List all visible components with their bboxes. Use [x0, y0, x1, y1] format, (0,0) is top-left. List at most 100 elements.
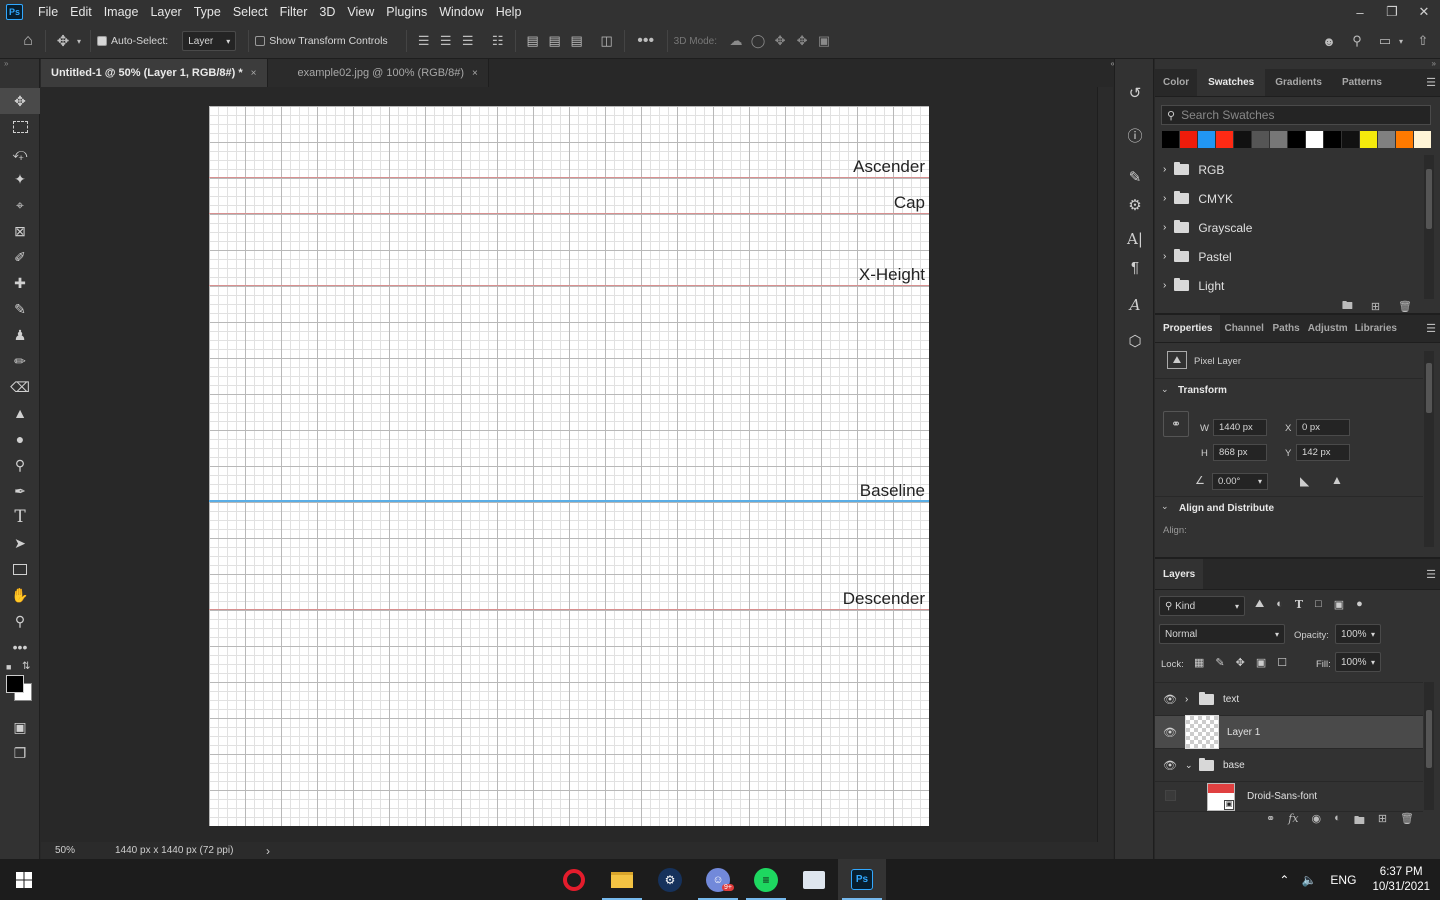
search-swatches-input[interactable]: ⚲ Search Swatches — [1161, 105, 1431, 125]
more-options-icon[interactable]: ••• — [631, 30, 661, 52]
lock-all-icon[interactable]: ☐ — [1277, 656, 1287, 669]
layer-row-layer-1[interactable]: 👁 Layer 1 — [1155, 715, 1423, 749]
height-field[interactable]: 868 px — [1213, 444, 1267, 461]
expand-panels-icon[interactable]: » — [1155, 59, 1440, 69]
tab-properties[interactable]: Properties — [1155, 315, 1221, 342]
visibility-eye-icon[interactable]: 👁 — [1155, 759, 1185, 772]
panel-menu-icon[interactable]: ☰ — [1426, 568, 1436, 581]
collapse-dock-icon[interactable]: « — [1097, 59, 1115, 69]
vertical-scrollbar[interactable] — [1097, 87, 1113, 842]
distribute-horizontal-icon[interactable]: ☷ — [487, 30, 509, 52]
discord-icon[interactable]: ☺ 9+ — [694, 859, 742, 900]
flip-vertical-icon[interactable]: ▲ — [1331, 473, 1343, 487]
menu-edit[interactable]: Edit — [64, 5, 98, 19]
move-tool-preset-icon[interactable]: ✥ — [52, 30, 74, 52]
swatch-chip[interactable] — [1252, 131, 1269, 148]
tab-channels[interactable]: Channel — [1220, 315, 1268, 342]
tab-gradients[interactable]: Gradients — [1265, 69, 1332, 96]
new-swatch-icon[interactable]: ⊞ — [1371, 300, 1380, 313]
workspace-chevron-icon[interactable]: ▾ — [1396, 30, 1406, 52]
blur-tool-icon[interactable]: ● — [0, 426, 40, 452]
delete-swatch-icon[interactable]: 🗑 — [1398, 300, 1412, 313]
adjustments-icon[interactable]: ⚙ — [1115, 191, 1155, 219]
3d-camera-icon[interactable]: ▣ — [813, 30, 835, 52]
swatch-chip[interactable] — [1180, 131, 1197, 148]
swatch-chip[interactable] — [1216, 131, 1233, 148]
auto-select-dropdown[interactable]: Layer ▾ — [182, 31, 237, 51]
info-icon[interactable]: ⓘ — [1115, 121, 1155, 149]
swatch-chip[interactable] — [1342, 131, 1359, 148]
fx-icon[interactable]: fx — [1288, 812, 1298, 828]
3d-pan-icon[interactable]: ✥ — [769, 30, 791, 52]
align-vcenter-icon[interactable]: ▤ — [544, 30, 566, 52]
layer-mask-icon[interactable]: ◉ — [1312, 812, 1322, 828]
volume-icon[interactable]: 🔈 — [1301, 873, 1316, 887]
hand-tool-icon[interactable]: ✋ — [0, 582, 40, 608]
file-explorer-icon[interactable] — [598, 859, 646, 900]
close-window-button[interactable]: ✕ — [1408, 0, 1440, 24]
swatch-group-grayscale[interactable]: › Grayscale — [1155, 213, 1423, 242]
show-transform-checkbox[interactable] — [255, 36, 266, 46]
filter-toggle-icon[interactable]: ● — [1356, 598, 1363, 611]
photoshop-icon[interactable]: Ps — [838, 859, 886, 900]
move-tool-icon[interactable]: ✥ — [0, 88, 40, 114]
swatch-chip[interactable] — [1234, 131, 1251, 148]
filter-type-icon[interactable]: T — [1295, 598, 1303, 611]
lock-transparent-icon[interactable]: ▦ — [1194, 656, 1204, 669]
swatch-chip[interactable] — [1378, 131, 1395, 148]
swatch-chip[interactable] — [1324, 131, 1341, 148]
tab-libraries[interactable]: Libraries — [1352, 315, 1400, 342]
visibility-eye-icon[interactable]: 👁 — [1155, 726, 1185, 739]
tab-paths[interactable]: Paths — [1268, 315, 1303, 342]
align-hcenter-icon[interactable]: ☰ — [435, 30, 457, 52]
history-icon[interactable]: ↺ — [1115, 79, 1155, 107]
swatch-chip[interactable] — [1270, 131, 1287, 148]
glyphs-icon[interactable]: A — [1115, 291, 1155, 319]
swatch-group-pastel[interactable]: › Pastel — [1155, 242, 1423, 271]
zoom-level[interactable]: 50% — [41, 845, 91, 856]
swatch-chip[interactable] — [1198, 131, 1215, 148]
marquee-tool-icon[interactable] — [0, 114, 40, 140]
swatch-chip[interactable] — [1396, 131, 1413, 148]
minimize-button[interactable]: – — [1344, 0, 1376, 24]
layer-row-text[interactable]: 👁 › text — [1155, 683, 1423, 716]
filter-pixel-icon[interactable]: ⛰ — [1255, 598, 1264, 611]
swatch-chip[interactable] — [1162, 131, 1179, 148]
lasso-tool-icon[interactable]: ⤽ — [0, 140, 40, 166]
menu-select[interactable]: Select — [227, 5, 274, 19]
menu-type[interactable]: Type — [188, 5, 227, 19]
eyedropper-tool-icon[interactable]: ✐ — [0, 244, 40, 270]
distribute-vertical-icon[interactable]: ◫ — [596, 30, 618, 52]
width-field[interactable]: 1440 px — [1213, 419, 1267, 436]
menu-window[interactable]: Window — [433, 5, 489, 19]
workspace-icon[interactable]: ▭ — [1374, 30, 1396, 52]
visibility-toggle-empty[interactable] — [1155, 789, 1185, 804]
steam-icon[interactable]: ⚙ — [646, 859, 694, 900]
document-canvas[interactable]: Ascender Cap X-Height Baseline Descender — [209, 106, 929, 826]
opera-icon[interactable] — [550, 859, 598, 900]
swatch-chip[interactable] — [1414, 131, 1431, 148]
filter-adjustment-icon[interactable]: ◐ — [1276, 598, 1283, 611]
restore-button[interactable]: ❐ — [1376, 0, 1408, 24]
brush-settings-icon[interactable]: ✎ — [1115, 163, 1155, 191]
brush-tool-icon[interactable]: ✎ — [0, 296, 40, 322]
screen-mode-icon[interactable]: ❐ — [0, 740, 40, 766]
link-layers-icon[interactable]: ⚭ — [1266, 812, 1275, 828]
chevron-down-icon[interactable]: ⌄ — [1161, 501, 1169, 512]
magic-wand-tool-icon[interactable]: ✦ — [0, 166, 40, 192]
y-field[interactable]: 142 px — [1296, 444, 1350, 461]
panel-menu-icon[interactable]: ☰ — [1426, 76, 1436, 89]
swap-colors-icon[interactable]: ⇅ — [22, 661, 30, 672]
chevron-down-icon[interactable]: ⌄ — [1185, 760, 1197, 771]
swatch-chip[interactable] — [1306, 131, 1323, 148]
chevron-right-icon[interactable]: › — [1185, 694, 1197, 705]
lock-position-icon[interactable]: ✥ — [1236, 656, 1245, 669]
history-brush-tool-icon[interactable]: ✏ — [0, 348, 40, 374]
new-group-icon[interactable]: 🖿 — [1342, 297, 1353, 316]
character-icon[interactable]: A| — [1115, 225, 1155, 253]
swatch-chip[interactable] — [1288, 131, 1305, 148]
clock[interactable]: 6:37 PM 10/31/2021 — [1372, 865, 1430, 895]
swatch-group-light[interactable]: › Light — [1155, 271, 1423, 300]
delete-layer-icon[interactable]: 🗑 — [1400, 812, 1414, 828]
tab-layers[interactable]: Layers — [1155, 559, 1204, 589]
